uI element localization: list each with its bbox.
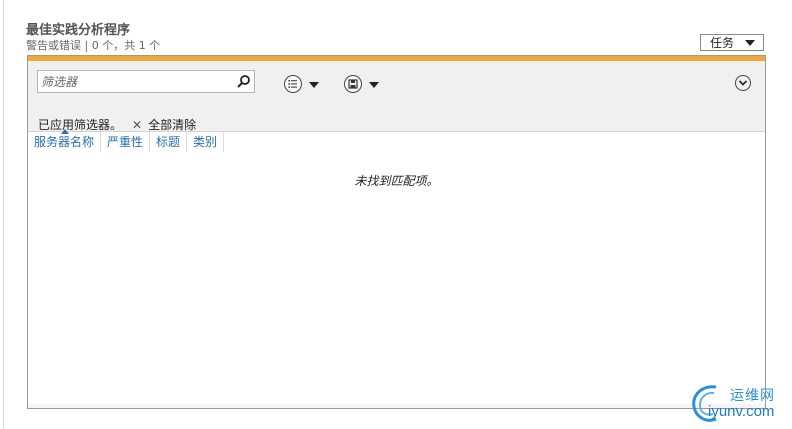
column-headers: 服务器名称 严重性 标题 类别	[28, 129, 225, 152]
close-icon: ✕	[132, 117, 143, 132]
watermark-logo: 运维网 iyunv.com	[688, 381, 788, 427]
sort-indicator-icon	[61, 129, 69, 134]
filter-box	[37, 70, 255, 93]
filter-input[interactable]	[41, 73, 226, 90]
tasks-label: 任务	[710, 36, 735, 50]
save-query-dropdown-icon[interactable]	[369, 82, 379, 88]
filter-applied-text: 已应用筛选器。	[38, 118, 123, 132]
list-icon	[288, 80, 297, 88]
column-header-category[interactable]: 类别	[187, 132, 225, 152]
left-border	[3, 0, 4, 429]
query-list-dropdown-icon[interactable]	[309, 82, 319, 88]
column-header-title[interactable]: 标题	[150, 132, 188, 152]
panel-footer	[28, 404, 765, 408]
search-icon[interactable]	[236, 74, 251, 89]
empty-message: 未找到匹配项。	[354, 174, 439, 188]
filter-toolbar: 已应用筛选器。 ✕ 全部清除	[28, 61, 765, 132]
clear-all-button[interactable]: ✕ 全部清除	[132, 116, 196, 133]
tasks-dropdown-button[interactable]: 任务	[700, 34, 764, 51]
query-list-button[interactable]	[284, 75, 302, 93]
watermark-bottom-text: iyunv.com	[708, 403, 775, 420]
results-panel: 已应用筛选器。 ✕ 全部清除 服务器名称 严重性 标题 类别 未找到匹配项。	[27, 55, 766, 409]
chevron-down-icon	[745, 40, 755, 46]
watermark-top-text: 运维网	[730, 388, 775, 404]
page-subtitle: 警告或错误 | 0 个，共 1 个	[26, 39, 161, 52]
clear-all-label: 全部清除	[148, 118, 197, 132]
chevron-down-icon	[738, 80, 748, 86]
expand-button[interactable]	[735, 75, 751, 91]
column-header-server-name[interactable]: 服务器名称	[28, 129, 102, 152]
page-title: 最佳实践分析程序	[26, 23, 131, 38]
column-header-severity[interactable]: 严重性	[101, 132, 151, 152]
save-icon	[348, 79, 358, 89]
save-query-button[interactable]	[344, 75, 362, 93]
